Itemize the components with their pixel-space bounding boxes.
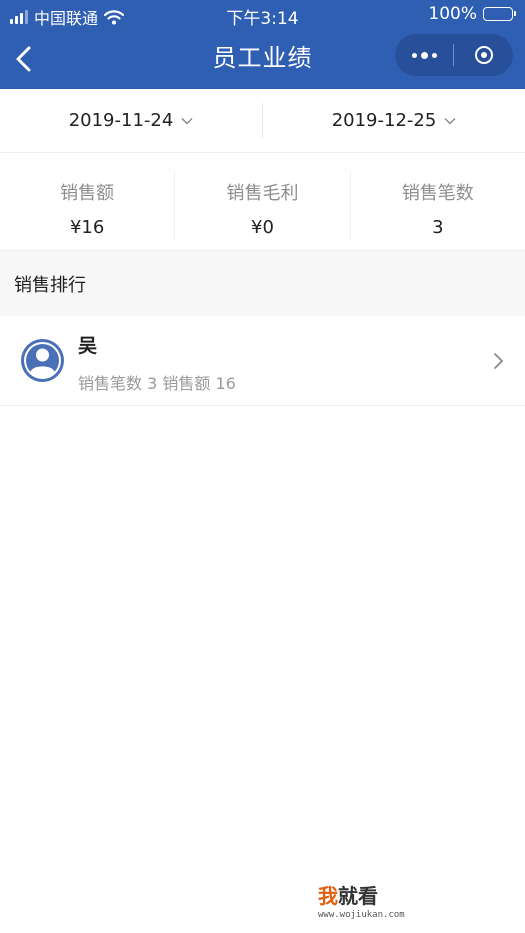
end-date-picker[interactable]: 2019-12-25 <box>263 89 525 152</box>
chevron-right-icon <box>494 353 504 369</box>
watermark-brand: 我就看 <box>318 880 405 909</box>
stat-label: 销售笔数 <box>401 183 474 204</box>
chevron-down-icon <box>181 117 193 124</box>
date-range-filter: 2019-11-24 2019-12-25 <box>0 89 525 153</box>
summary-stats: 销售额 ¥16 销售毛利 ¥0 销售笔数 3 <box>0 152 525 251</box>
end-date-value: 2019-12-25 <box>331 110 437 131</box>
status-bar: 中国联通 下午3:14 100% <box>0 0 525 30</box>
employee-name: 吴 <box>78 335 98 357</box>
stat-gross-profit: 销售毛利 ¥0 <box>175 152 349 250</box>
battery-percent: 100% <box>428 4 477 24</box>
app-header: 中国联通 下午3:14 100% 员工业绩 <box>0 0 525 89</box>
stat-sales-amount: 销售额 ¥16 <box>0 152 174 250</box>
status-right: 100% <box>428 4 516 24</box>
section-title: 销售排行 <box>14 275 86 296</box>
stat-label: 销售毛利 <box>226 183 299 204</box>
ranking-section-header: 销售排行 <box>0 251 525 316</box>
navigation-bar: 员工业绩 <box>0 30 525 89</box>
start-date-picker[interactable]: 2019-11-24 <box>0 89 262 152</box>
watermark-url: www.wojiukan.com <box>318 910 405 920</box>
battery-icon <box>483 7 516 21</box>
employee-sales-detail: 销售笔数 3 销售额 16 <box>78 374 236 393</box>
miniprogram-capsule <box>395 34 513 76</box>
stat-value: ¥16 <box>69 217 105 238</box>
stat-value: ¥0 <box>251 217 274 238</box>
start-date-value: 2019-11-24 <box>68 110 174 131</box>
stat-label: 销售额 <box>60 183 115 204</box>
avatar-icon <box>21 339 64 382</box>
watermark-brand-accent: 我 <box>318 884 338 908</box>
ranking-list-item[interactable]: 吴 销售笔数 3 销售额 16 <box>0 317 525 406</box>
more-icon[interactable] <box>395 34 453 76</box>
stat-value: 3 <box>432 217 444 238</box>
watermark: 我就看 www.wojiukan.com <box>318 880 405 920</box>
watermark-brand-rest: 就看 <box>338 884 378 908</box>
close-circle-icon <box>474 46 493 64</box>
chevron-down-icon <box>444 117 456 124</box>
close-miniprogram-button[interactable] <box>454 34 513 76</box>
stat-order-count: 销售笔数 3 <box>351 152 525 250</box>
